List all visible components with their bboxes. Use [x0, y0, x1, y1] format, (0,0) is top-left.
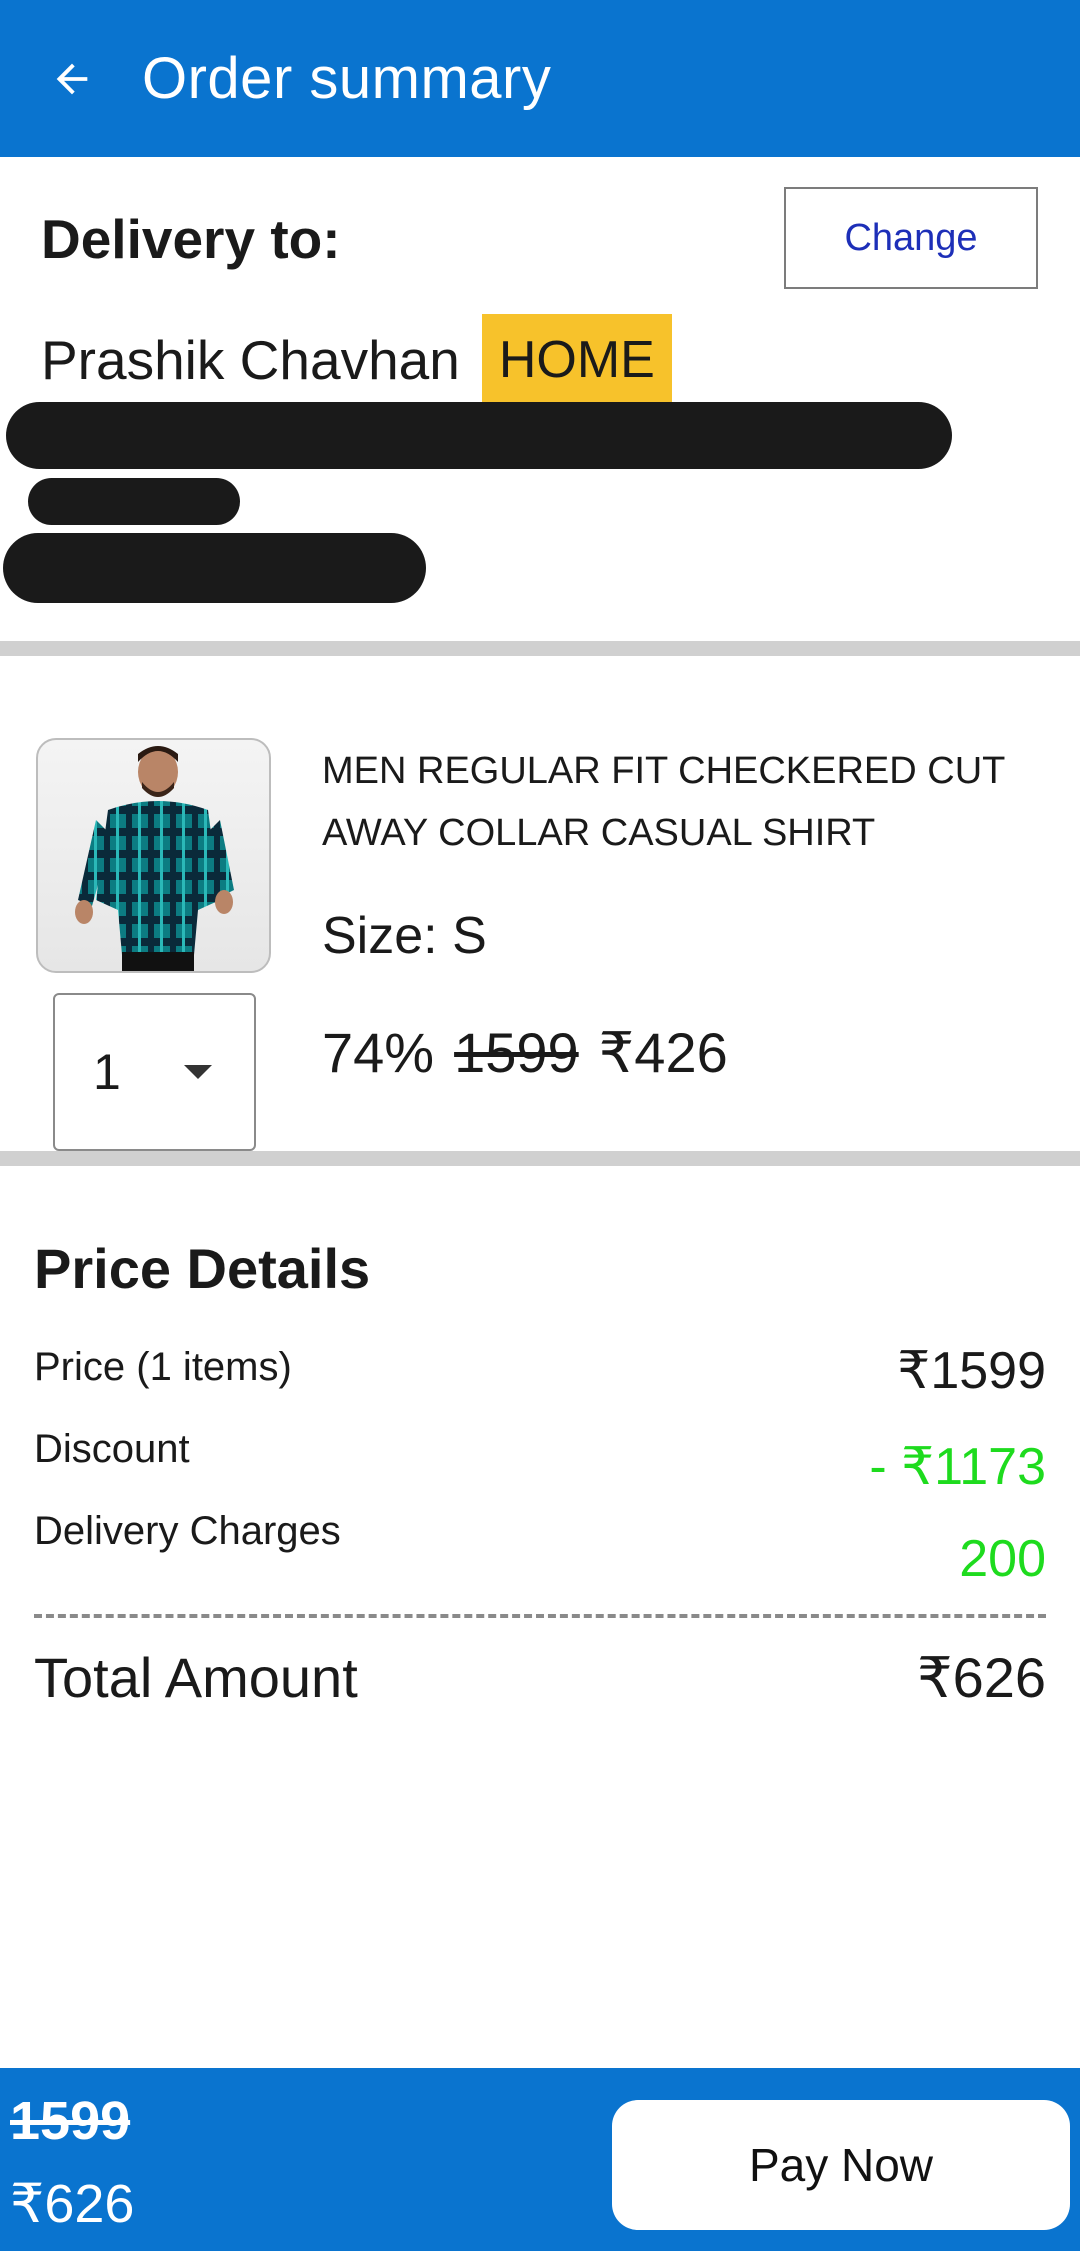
quantity-select[interactable]: 1: [53, 993, 256, 1151]
shirt-model-image: [75, 746, 234, 971]
section-divider: [0, 1151, 1080, 1166]
redacted-address-line: [3, 533, 426, 603]
price-row-label: Price (1 items): [34, 1345, 292, 1389]
size-value: S: [452, 907, 487, 965]
price-details-title: Price Details: [34, 1237, 371, 1300]
change-address-button[interactable]: Change: [784, 187, 1038, 289]
discount-row-label: Discount: [34, 1427, 190, 1471]
bar-final-total: ₹626: [10, 2174, 135, 2234]
caret-down-icon: [184, 1065, 212, 1079]
pay-now-button[interactable]: Pay Now: [612, 2100, 1070, 2230]
total-amount-value: ₹626: [916, 1646, 1046, 1709]
delivery-charges-label: Delivery Charges: [34, 1509, 341, 1553]
bar-original-total: 1599: [10, 2091, 131, 2151]
page-title: Order summary: [142, 46, 552, 111]
redacted-address-line: [28, 478, 240, 525]
price-row-value: ₹1599: [897, 1342, 1046, 1400]
app-bar: Order summary: [0, 0, 1080, 157]
delivery-charges-value: 200: [959, 1530, 1046, 1588]
discount-row-value: - ₹1173: [869, 1438, 1046, 1496]
section-divider: [0, 641, 1080, 656]
dashed-separator: [34, 1614, 1046, 1618]
total-amount-label: Total Amount: [34, 1646, 358, 1709]
original-price: 1599: [454, 1021, 579, 1084]
product-title: MEN REGULAR FIT CHECKERED CUT AWAY COLLA…: [322, 750, 1005, 854]
discount-percent: 74%: [322, 1021, 435, 1084]
delivery-section: Delivery to: Change Prashik Chavhan HOME: [0, 157, 1080, 642]
back-button[interactable]: [44, 51, 100, 107]
quantity-value: 1: [93, 1044, 121, 1100]
recipient-name: Prashik Chavhan: [41, 329, 460, 391]
delivery-label: Delivery to:: [41, 208, 341, 270]
address-type-badge: HOME: [481, 314, 672, 406]
product-image[interactable]: [36, 738, 271, 973]
final-price: ₹426: [598, 1021, 728, 1084]
checkout-bar: 1599 ₹626 Pay Now: [0, 2068, 1080, 2251]
size-label: Size:: [322, 907, 438, 965]
product-price-row: 74% 1599 ₹426: [322, 1020, 728, 1086]
product-size: Size: S: [322, 906, 487, 966]
redacted-address-line: [6, 402, 952, 469]
recipient-row: Prashik Chavhan HOME: [41, 314, 672, 406]
order-summary-screen: Order summary Delivery to: Change Prashi…: [0, 0, 1080, 2251]
arrow-left-icon: [56, 63, 88, 94]
